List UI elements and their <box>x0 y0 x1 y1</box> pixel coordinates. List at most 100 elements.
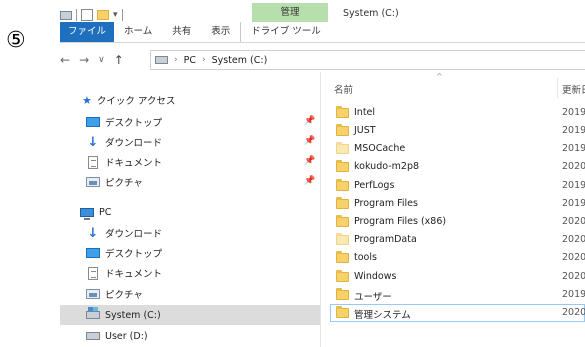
file-name: JUST <box>354 125 376 136</box>
document-icon <box>88 266 98 280</box>
column-header-name[interactable]: 名前 <box>334 82 353 96</box>
address-bar[interactable]: › PC › System (C:) <box>150 50 585 70</box>
file-name: PerfLogs <box>354 180 395 191</box>
nav-pc-pictures-label: ピクチャ <box>105 290 143 301</box>
file-name: Program Files <box>354 198 418 209</box>
breadcrumb-chevron-icon[interactable]: › <box>202 55 206 65</box>
nav-pc-user-d[interactable]: User (D:) <box>86 326 320 346</box>
file-row[interactable]: tools 2020/ <box>330 249 585 267</box>
pin-icon[interactable]: 📌 <box>304 136 315 148</box>
file-date: 2019/ <box>562 125 585 136</box>
file-name: ProgramData <box>354 234 417 245</box>
nav-quick-access[interactable]: ★ クイック アクセス <box>82 90 342 110</box>
tab-file[interactable]: ファイル <box>60 22 115 42</box>
nav-qa-documents[interactable]: ドキュメント 📌 <box>86 152 320 172</box>
file-date: 2019/ <box>562 198 585 209</box>
nav-qa-downloads-label: ダウンロード <box>105 138 163 149</box>
window-title: System (C:) <box>343 8 399 19</box>
tab-view[interactable]: 表示 <box>201 22 240 42</box>
pane-divider[interactable] <box>320 72 321 347</box>
file-row[interactable]: ProgramData 2020/ <box>330 231 585 249</box>
file-date: 2019/ <box>562 107 585 118</box>
navigation-buttons: ← → ∨ ↑ <box>60 50 124 70</box>
file-row[interactable]: PerfLogs 2019/ <box>330 177 585 195</box>
step-number-marker: ⑤ <box>6 28 26 53</box>
nav-qa-pictures[interactable]: ピクチャ 📌 <box>86 172 320 192</box>
desktop-icon <box>86 117 100 127</box>
recent-locations-chevron-icon[interactable]: ∨ <box>98 55 105 65</box>
file-name: tools <box>354 252 377 263</box>
ribbon-tabs: ファイル ホーム 共有 表示 ドライブ ツール <box>60 22 331 42</box>
sort-caret-icon: ^ <box>436 72 443 81</box>
file-row[interactable]: 管理システム 2020/ <box>330 304 585 322</box>
folder-icon <box>336 233 349 245</box>
nav-pc-documents-label: ドキュメント <box>105 269 163 280</box>
folder-icon <box>336 197 349 209</box>
forward-arrow-icon[interactable]: → <box>79 53 89 67</box>
file-row[interactable]: ユーザー 2019/ <box>330 286 585 304</box>
file-name: MSOCache <box>354 143 406 154</box>
pictures-icon <box>86 177 100 187</box>
file-date: 2019/ <box>562 180 585 191</box>
column-header-date[interactable]: 更新日 <box>562 82 585 96</box>
file-name: 管理システム <box>354 310 411 321</box>
folder-icon <box>336 251 349 263</box>
folder-icon <box>336 179 349 191</box>
file-name: Program Files (x86) <box>354 216 447 227</box>
properties-icon[interactable] <box>81 9 93 21</box>
pictures-icon <box>86 289 100 299</box>
file-row[interactable]: Program Files 2019/ <box>330 195 585 213</box>
nav-pc-pictures[interactable]: ピクチャ <box>86 284 320 304</box>
nav-pc-desktop[interactable]: デスクトップ <box>86 243 320 263</box>
drive-icon[interactable] <box>60 10 72 20</box>
breadcrumb-pc[interactable]: PC <box>184 55 196 66</box>
drive-icon <box>86 332 100 340</box>
nav-qa-desktop[interactable]: デスクトップ 📌 <box>86 112 320 132</box>
nav-pc-system-c[interactable]: System (C:) <box>60 305 320 325</box>
file-date: 2020/ <box>562 234 585 245</box>
file-name: ユーザー <box>354 292 392 303</box>
file-row[interactable]: MSOCache 2019/ <box>330 140 585 158</box>
star-icon: ★ <box>82 93 92 107</box>
new-folder-icon[interactable] <box>97 10 109 20</box>
column-separator[interactable] <box>557 78 558 98</box>
tab-home[interactable]: ホーム <box>114 22 162 42</box>
breadcrumb-chevron-icon[interactable]: › <box>174 55 178 65</box>
file-date: 2020/ <box>562 307 585 318</box>
breadcrumb-system-c[interactable]: System (C:) <box>212 55 268 66</box>
context-tab-manage[interactable]: 管理 <box>252 3 328 22</box>
pin-icon[interactable]: 📌 <box>304 156 315 168</box>
file-row[interactable]: Windows 2020/ <box>330 268 585 286</box>
back-arrow-icon[interactable]: ← <box>60 53 70 67</box>
file-date: 2019/ <box>562 289 585 300</box>
download-arrow-icon: ↓ <box>87 135 99 150</box>
file-row[interactable]: JUST 2019/ <box>330 122 585 140</box>
nav-pc-documents[interactable]: ドキュメント <box>86 263 320 283</box>
desktop-icon <box>86 248 100 258</box>
nav-quick-access-label: クイック アクセス <box>96 96 176 107</box>
nav-qa-downloads[interactable]: ↓ ダウンロード 📌 <box>86 132 320 152</box>
pin-icon[interactable]: 📌 <box>304 176 315 188</box>
tab-share[interactable]: 共有 <box>162 22 201 42</box>
nav-pc-user-d-label: User (D:) <box>105 330 148 342</box>
folder-icon <box>336 106 349 118</box>
customize-toolbar-icon[interactable]: ▾ <box>113 10 118 20</box>
nav-pc[interactable]: PC <box>80 202 320 222</box>
ribbon-divider <box>60 42 585 43</box>
file-row[interactable]: Intel 2019/ <box>330 104 585 122</box>
drive-icon <box>155 56 168 64</box>
file-row[interactable]: kokudo-m2p8 2020/ <box>330 158 585 176</box>
file-row[interactable]: Program Files (x86) 2020/ <box>330 213 585 231</box>
nav-qa-pictures-label: ピクチャ <box>105 178 143 189</box>
document-icon <box>88 155 98 169</box>
nav-qa-desktop-label: デスクトップ <box>105 118 163 129</box>
nav-pc-downloads[interactable]: ↓ ダウンロード <box>86 223 320 243</box>
column-headers: ^ 名前 更新日 <box>330 72 585 98</box>
tab-drive-tools[interactable]: ドライブ ツール <box>240 22 331 42</box>
up-arrow-icon[interactable]: ↑ <box>114 53 124 67</box>
nav-pc-downloads-label: ダウンロード <box>105 229 163 240</box>
windows-drive-icon <box>86 307 100 319</box>
pin-icon[interactable]: 📌 <box>304 116 315 128</box>
nav-pc-desktop-label: デスクトップ <box>105 249 163 260</box>
nav-pc-label: PC <box>99 206 112 218</box>
